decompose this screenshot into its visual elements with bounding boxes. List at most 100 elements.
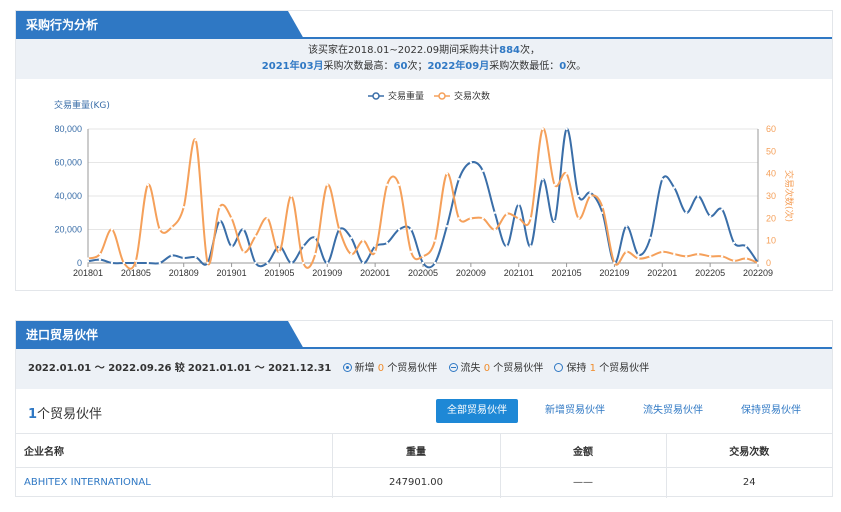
count-cell: 24 <box>742 477 756 489</box>
data-point <box>481 217 485 220</box>
section-header-bar: 采购行为分析 <box>16 11 832 39</box>
purchase-analysis-panel: 采购行为分析 该买家在2018.01~2022.09期间采购共计884次， 20… <box>15 10 833 291</box>
peak-text: 采购次数最高： <box>323 61 394 72</box>
data-point <box>158 228 161 231</box>
x-tick-label: 202209 <box>743 268 773 278</box>
data-point <box>110 228 114 231</box>
legend-label: 交易次数 <box>454 90 490 102</box>
data-point <box>409 228 413 231</box>
data-point <box>637 253 640 256</box>
data-point <box>182 205 185 209</box>
data-point <box>493 228 496 231</box>
y-tick-label: 40,000 <box>54 191 82 201</box>
lost-label[interactable]: 流失 <box>461 363 481 374</box>
radio-new-icon[interactable] <box>342 363 352 372</box>
col-amount[interactable]: 金额 <box>500 433 667 468</box>
y-tick-label: 60,000 <box>54 158 82 168</box>
series-line-weight <box>87 127 759 269</box>
data-point <box>685 255 688 258</box>
data-point <box>565 172 568 175</box>
data-point <box>541 127 544 131</box>
data-point <box>673 252 676 256</box>
lost-partners-button[interactable]: 流失贸易伙伴 <box>632 399 714 423</box>
low-suffix: 次。 <box>566 61 587 72</box>
data-point <box>110 261 114 265</box>
table-header-row: 企业名称 重量 金额 交易次数 <box>16 433 832 468</box>
section-title: 采购行为分析 <box>16 11 304 39</box>
data-point <box>577 217 580 220</box>
x-tick-label: 202101 <box>504 268 534 278</box>
new-label[interactable]: 新增 <box>355 363 375 374</box>
data-point <box>170 226 173 229</box>
data-point <box>469 217 473 220</box>
data-point <box>553 183 556 187</box>
weight-cell: 247901.00 <box>332 467 501 498</box>
data-point <box>673 186 676 189</box>
summary-box: 该买家在2018.01~2022.09期间采购共计884次， 2021年03月采… <box>16 39 832 79</box>
data-point <box>314 252 317 256</box>
x-tick-label: 201809 <box>169 268 199 278</box>
data-point <box>565 127 568 131</box>
data-point <box>266 217 269 220</box>
data-point <box>433 239 437 242</box>
x-tick-label: 201805 <box>121 268 151 278</box>
y2-tick-label: 60 <box>766 124 776 134</box>
section-title: 进口贸易伙伴 <box>16 321 304 349</box>
low-text: 采购次数最低： <box>489 61 560 72</box>
peak-suffix: 次； <box>407 61 428 72</box>
data-point <box>493 211 496 214</box>
data-point <box>613 261 616 265</box>
kept-partners-button[interactable]: 保持贸易伙伴 <box>730 399 812 423</box>
table-row: ABHITEX INTERNATIONAL 247901.00 —— 24 <box>16 467 832 498</box>
col-company[interactable]: 企业名称 <box>16 433 333 468</box>
amount-cell: —— <box>500 467 667 498</box>
all-partners-button[interactable]: 全部贸易伙伴 <box>436 399 518 423</box>
filter-bar: 2022.01.01 ～ 2022.09.26 较 2021.01.01 ～ 2… <box>16 349 832 389</box>
data-point <box>732 241 736 245</box>
y-axis-title: 交易重量(KG) <box>54 99 110 111</box>
y-tick-label: 80,000 <box>54 124 82 134</box>
y2-tick-label: 30 <box>766 191 776 201</box>
data-point <box>242 228 245 231</box>
low-month: 2022年09月 <box>427 61 490 72</box>
data-point <box>218 219 221 223</box>
legend-marker <box>372 92 380 100</box>
data-point <box>625 250 628 254</box>
data-point <box>326 261 329 265</box>
y2-tick-label: 20 <box>766 213 776 223</box>
keep-label[interactable]: 保持 <box>566 363 586 374</box>
data-point <box>685 211 688 214</box>
data-point <box>385 183 389 187</box>
data-point <box>361 261 365 265</box>
data-point <box>230 245 233 248</box>
x-tick-label: 202205 <box>695 268 725 278</box>
y-tick-label: 20,000 <box>54 225 82 235</box>
company-link[interactable]: ABHITEX INTERNATIONAL <box>16 467 333 498</box>
radio-lost-icon[interactable] <box>448 363 458 372</box>
data-point <box>290 261 293 265</box>
col-weight[interactable]: 重量 <box>332 433 501 468</box>
data-point <box>744 245 748 248</box>
legend-label: 交易重量 <box>388 90 424 102</box>
x-tick-label: 202201 <box>647 268 677 278</box>
data-point <box>385 241 389 245</box>
x-tick-label: 202001 <box>360 268 390 278</box>
radio-keep-icon[interactable] <box>554 363 564 372</box>
peak-value: 60 <box>393 61 408 72</box>
y2-tick-label: 40 <box>766 169 776 179</box>
date-range-current[interactable]: 2022.01.01 ～ 2022.09.26 <box>28 363 172 374</box>
data-point <box>649 236 652 240</box>
data-point <box>134 259 138 262</box>
y2-tick-label: 0 <box>766 258 771 268</box>
new-partners-button[interactable]: 新增贸易伙伴 <box>534 399 616 423</box>
col-count[interactable]: 交易次数 <box>666 433 832 468</box>
data-point <box>146 261 150 265</box>
data-point <box>278 250 281 254</box>
data-point <box>517 217 520 220</box>
peak-month: 2021年03月 <box>261 61 324 72</box>
data-point <box>302 245 305 248</box>
data-point <box>517 203 520 206</box>
date-range-previous[interactable]: 2021.01.01 ～ 2021.12.31 <box>188 363 332 374</box>
data-point <box>625 224 628 228</box>
data-point <box>541 178 544 181</box>
